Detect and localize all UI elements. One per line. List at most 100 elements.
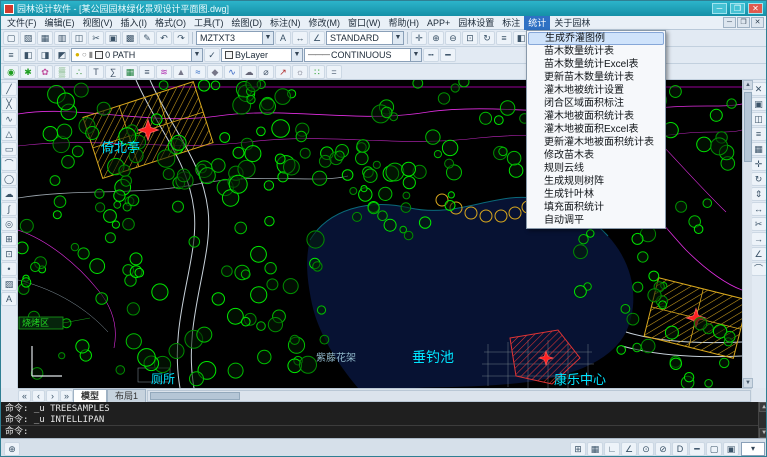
menu-item[interactable]: 标注 [498,16,524,30]
chamfer-icon[interactable]: ∠ [751,247,767,261]
layer-isolate-icon[interactable]: ◩ [54,48,70,62]
garden-menu-item[interactable]: 闭合区域面积标注 [528,97,664,110]
point-icon[interactable]: • [1,262,17,276]
chevron-down-icon[interactable]: ▼ [392,32,403,44]
chevron-down-icon[interactable]: ▼ [291,49,302,61]
canvas-horizontal-scrollbar[interactable] [147,390,751,402]
command-prompt[interactable]: 命令: [1,425,767,438]
cut-icon[interactable]: ✂ [88,31,104,45]
zoom-out-icon[interactable]: ⊖ [445,31,461,45]
menu-item[interactable]: 文件(F) [3,16,41,30]
first-tab-button[interactable]: « [18,390,31,402]
legend-icon[interactable]: ≡ [139,65,155,79]
new-file-icon[interactable]: ▢ [3,31,19,45]
menu-item[interactable]: 帮助(H) [385,16,424,30]
elevation-icon[interactable]: ▲ [173,65,189,79]
garden-menu-item[interactable]: 生成规则树阵 [528,175,664,188]
plant-shrub-icon[interactable]: ✱ [20,65,36,79]
fillet-icon[interactable]: ⌒ [751,262,767,276]
menu-item[interactable]: 工具(T) [190,16,228,30]
ortho-icon[interactable]: ∟ [604,442,620,456]
leader-icon[interactable]: ↗ [275,65,291,79]
garden-menu-item[interactable]: 更新苗木数量统计表 [528,71,664,84]
copy-object-icon[interactable]: ▣ [751,97,767,111]
polar-icon[interactable]: ∠ [621,442,637,456]
menu-item[interactable]: 关于园林 [550,16,594,30]
garden-menu-item[interactable]: 生成针叶林 [528,188,664,201]
menu-item[interactable]: 绘图(D) [228,16,267,30]
vertical-scroll-thumb[interactable] [744,92,752,162]
spline-icon[interactable]: ∫ [1,202,17,216]
contour-icon[interactable]: ≋ [156,65,172,79]
extend-icon[interactable]: → [751,232,767,246]
plot-preview-icon[interactable]: ◫ [71,31,87,45]
rectangle-icon[interactable]: ▭ [1,142,17,156]
scroll-up-icon[interactable]: ▲ [743,80,753,90]
osnap-icon[interactable]: ⊙ [638,442,654,456]
fullscreen-icon[interactable]: ▣ [723,442,739,456]
line-icon[interactable]: ╱ [1,82,17,96]
arc-icon[interactable]: ⌒ [1,157,17,171]
model-space-icon[interactable]: ▢ [706,442,722,456]
menu-item[interactable]: APP+ [423,16,454,30]
measure-icon[interactable]: ⌀ [258,65,274,79]
paste-icon[interactable]: ▩ [122,31,138,45]
ellipse-icon[interactable]: ◎ [1,217,17,231]
redo-icon[interactable]: ↷ [173,31,189,45]
zoom-window-icon[interactable]: ⊡ [462,31,478,45]
layer-states-icon[interactable]: ◨ [37,48,53,62]
mtext-icon[interactable]: A [275,31,291,45]
offset-icon[interactable]: ≡ [751,127,767,141]
garden-menu-item[interactable]: 生成乔灌图例 [528,32,664,45]
next-tab-button[interactable]: › [46,390,59,402]
copy-icon[interactable]: ▣ [105,31,121,45]
menu-item[interactable]: 窗口(W) [344,16,385,30]
garden-menu-item[interactable]: 灌木地被面积统计表 [528,110,664,123]
chevron-down-icon[interactable]: ▼ [410,49,421,61]
garden-menu-item[interactable]: 苗木数量统计Excel表 [528,58,664,71]
text-icon[interactable]: A [1,292,17,306]
last-tab-button[interactable]: » [60,390,73,402]
garden-menu-item[interactable]: 灌木地被面积Excel表 [528,123,664,136]
rotate-icon[interactable]: ↻ [751,172,767,186]
pan-icon[interactable]: ✛ [411,31,427,45]
prev-tab-button[interactable]: ‹ [32,390,45,402]
status-zoom-combo[interactable]: ▾ [741,442,765,456]
polygon-icon[interactable]: △ [1,127,17,141]
minimize-button[interactable]: ─ [712,3,727,14]
mdi-restore-button[interactable]: ❐ [737,17,750,28]
ucs-status-icon[interactable]: ⊕ [4,442,20,456]
settings-icon[interactable]: ☼ [292,65,308,79]
excel-export-icon[interactable]: ▦ [122,65,138,79]
menu-item[interactable]: 园林设置 [454,16,498,30]
water-tool-icon[interactable]: ≈ [190,65,206,79]
plant-flower-icon[interactable]: ✿ [37,65,53,79]
groundcover-icon[interactable]: ∴ [71,65,87,79]
undo-icon[interactable]: ↶ [156,31,172,45]
layer-manager-icon[interactable]: ≡ [3,48,19,62]
hatch-icon[interactable]: ▨ [1,277,17,291]
chevron-down-icon[interactable]: ▼ [191,49,202,61]
scroll-down-icon[interactable]: ▼ [759,428,767,438]
properties-icon[interactable]: ≡ [496,31,512,45]
make-block-icon[interactable]: ⊡ [1,247,17,261]
garden-menu-item[interactable]: 规则云线 [528,162,664,175]
lawn-icon[interactable]: ▒ [54,65,70,79]
tab-layout1[interactable]: 布局1 [107,389,146,402]
circle-icon[interactable]: ◯ [1,172,17,186]
plant-tree-icon[interactable]: ◉ [3,65,19,79]
plot-icon[interactable]: ▥ [54,31,70,45]
menu-item[interactable]: 视图(V) [79,16,117,30]
path-tool-icon[interactable]: ∿ [224,65,240,79]
matchprop-icon[interactable]: ✎ [139,31,155,45]
auto-level-icon[interactable]: = [326,65,342,79]
revision-cloud-icon[interactable]: ☁ [241,65,257,79]
zoom-in-icon[interactable]: ⊕ [428,31,444,45]
menu-item[interactable]: 修改(M) [305,16,345,30]
scale-icon[interactable]: ⇕ [751,187,767,201]
open-file-icon[interactable]: ▧ [20,31,36,45]
close-button[interactable]: ✕ [748,3,763,14]
plant-statistics-icon[interactable]: ∑ [105,65,121,79]
chevron-down-icon[interactable]: ▼ [262,32,273,44]
scroll-down-icon[interactable]: ▼ [743,378,753,388]
